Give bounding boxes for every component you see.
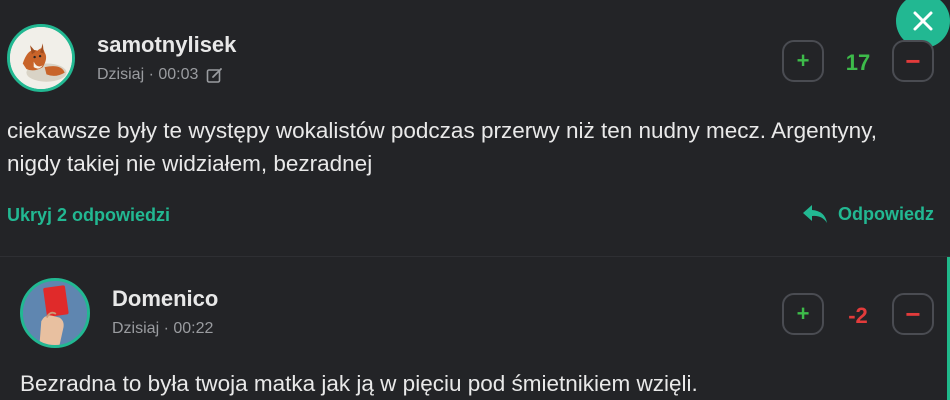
comment-text: ciekawsze były te występy wokalistów pod…	[7, 118, 877, 176]
comment-meta: Dzisiaj · 00:03	[97, 66, 223, 84]
avatar[interactable]	[7, 24, 75, 92]
reply-label: Odpowiedz	[838, 203, 934, 224]
edit-icon	[207, 67, 223, 83]
downvote-button[interactable]: −	[892, 293, 934, 335]
username[interactable]: Domenico	[112, 286, 218, 312]
timestamp: Dzisiaj · 00:22	[112, 320, 214, 337]
upvote-button[interactable]: +	[782, 293, 824, 335]
hide-replies-link[interactable]: Ukryj 2 odpowiedzi	[7, 205, 170, 226]
downvote-button[interactable]: −	[892, 40, 934, 82]
reply-arrow-icon	[803, 205, 827, 223]
fox-avatar-image	[10, 27, 72, 89]
upvote-button[interactable]: +	[782, 40, 824, 82]
vote-score: 17	[845, 50, 871, 75]
username[interactable]: samotnylisek	[97, 32, 236, 58]
timestamp: Dzisiaj · 00:03	[97, 66, 199, 83]
reply-button[interactable]: Odpowiedz	[802, 203, 934, 225]
vote-score: -2	[848, 303, 868, 328]
comment-meta: Dzisiaj · 00:22	[112, 320, 213, 338]
minus-icon: −	[905, 46, 921, 76]
comment-1: samotnylisek Dzisiaj · 00:03 + 17 − ciek…	[0, 0, 950, 256]
plus-icon: +	[796, 48, 810, 73]
minus-icon: −	[905, 299, 921, 329]
comment-text: Bezradna to była twoja matka jak ją w pi…	[20, 371, 698, 396]
avatar[interactable]	[20, 278, 90, 348]
plus-icon: +	[796, 301, 810, 326]
red-card-avatar-image	[23, 281, 87, 345]
